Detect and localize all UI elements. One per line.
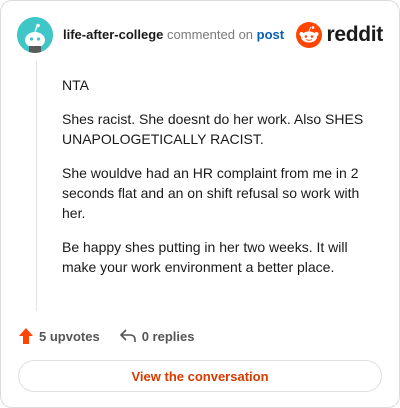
upvote-button[interactable]: 5 upvotes — [19, 328, 100, 344]
reply-button[interactable]: 0 replies — [119, 328, 195, 344]
comment-paragraph: Be happy shes putting in her two weeks. … — [62, 239, 348, 275]
reply-arrow-icon — [119, 329, 136, 342]
reply-count: 0 replies — [141, 328, 195, 344]
post-link[interactable]: post — [257, 27, 284, 42]
upvote-count: 5 upvotes — [39, 328, 100, 344]
comment-paragraph: NTA — [62, 77, 89, 93]
byline: life-after-college commented on post — [63, 27, 284, 43]
view-conversation-button[interactable]: View the conversation — [18, 360, 382, 392]
reddit-snoo-icon — [296, 22, 323, 48]
comment-actions: 5 upvotes 0 replies — [19, 327, 214, 345]
comment-paragraph: Shes racist. She doesnt do her work. Als… — [62, 111, 364, 147]
comment-header: life-after-college commented on post red… — [17, 17, 383, 53]
commented-text: commented on — [167, 27, 254, 42]
reddit-logo[interactable]: reddit — [296, 21, 383, 49]
upvote-arrow-icon — [19, 328, 33, 344]
snoo-avatar-icon[interactable] — [17, 17, 53, 53]
comment-paragraph: She wouldve had an HR complaint from me … — [62, 165, 360, 221]
thread-line — [36, 61, 37, 311]
username-link[interactable]: life-after-college — [63, 27, 163, 42]
comment-card: life-after-college commented on post red… — [0, 0, 400, 408]
reddit-wordmark: reddit — [326, 23, 383, 46]
comment-body: NTA Shes racist. She doesnt do her work.… — [62, 75, 382, 291]
